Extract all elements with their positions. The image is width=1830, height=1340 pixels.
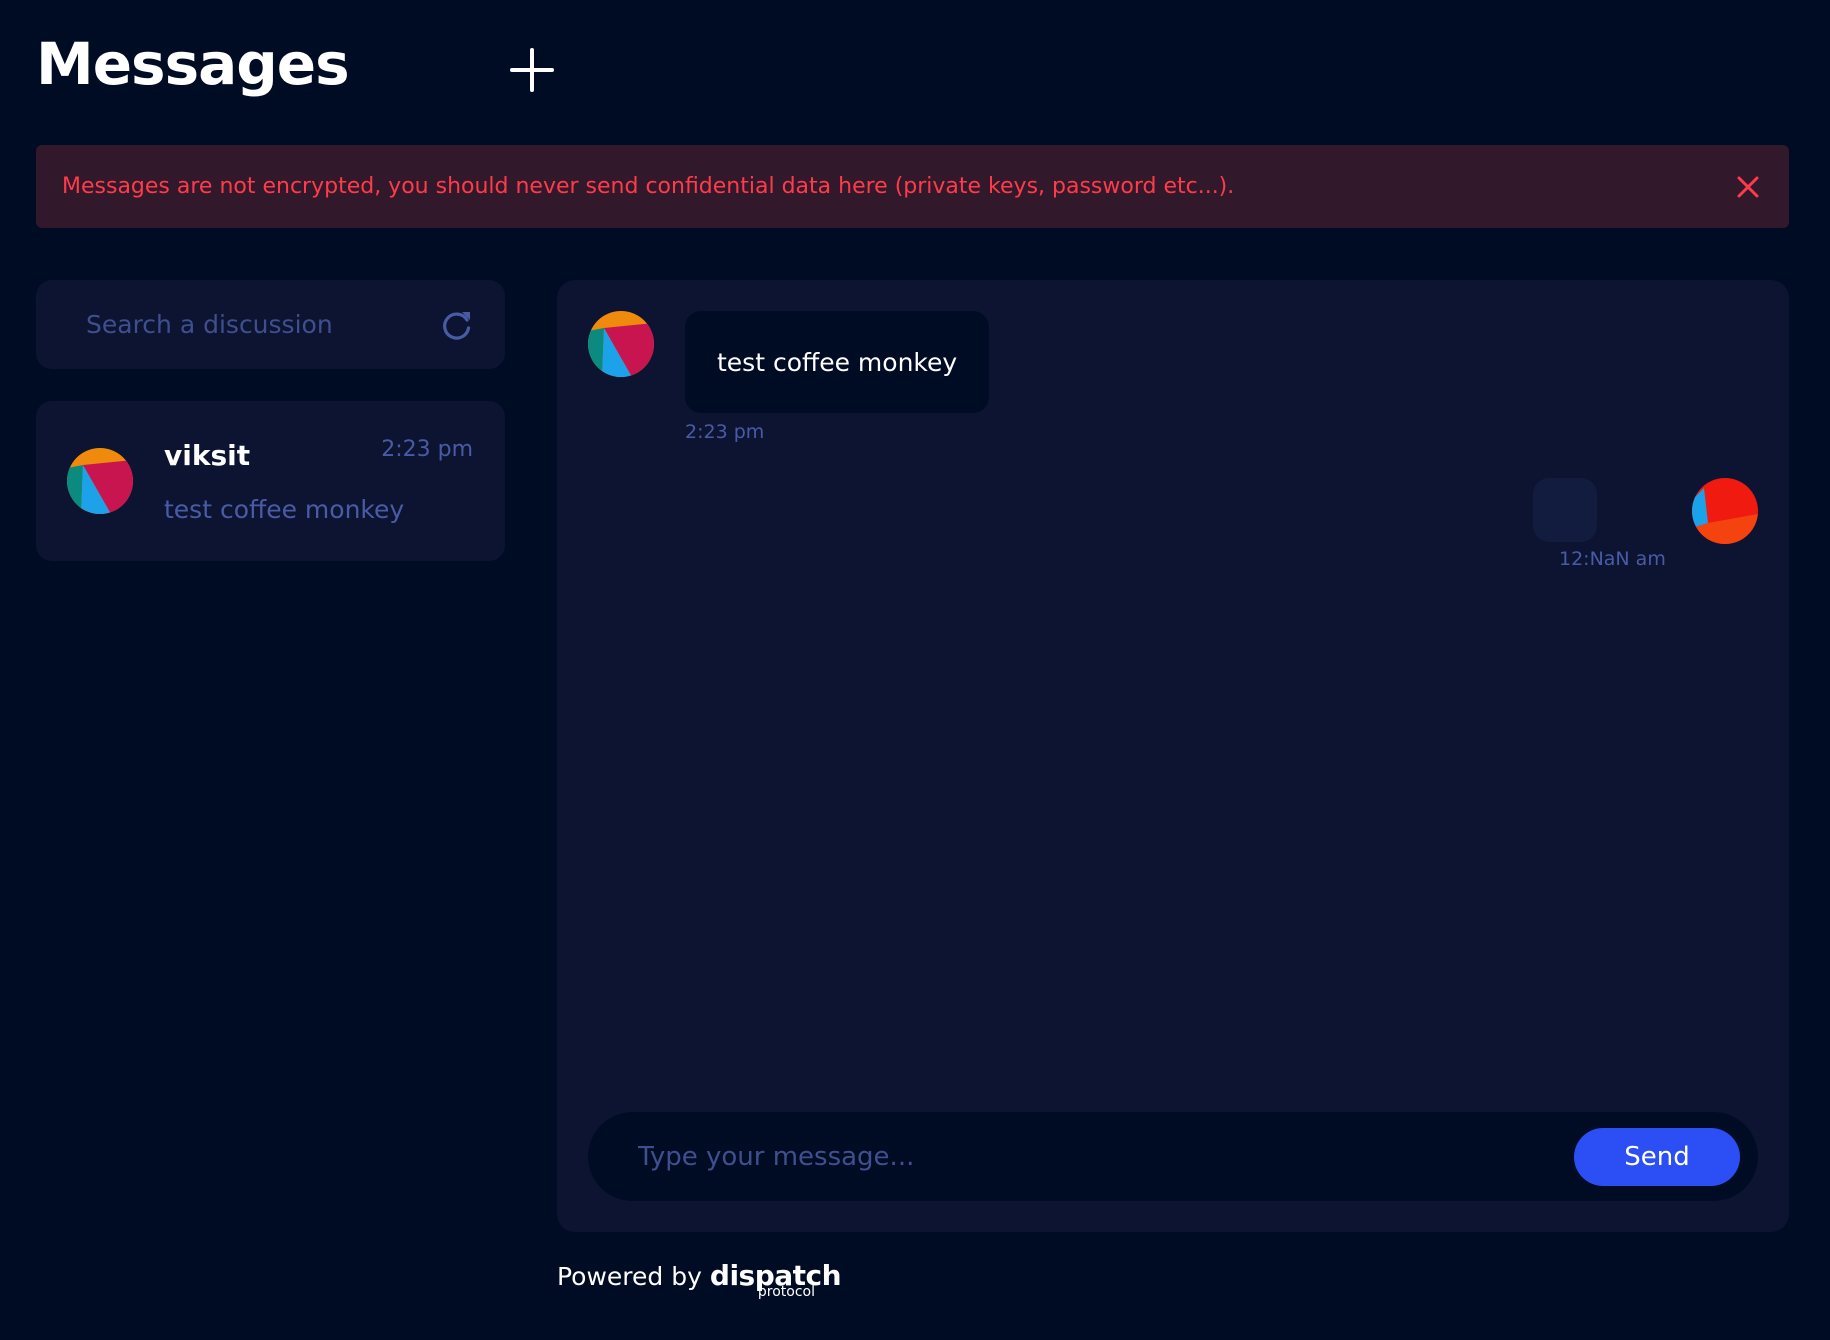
warning-text: Messages are not encrypted, you should n… [62, 174, 1235, 199]
avatar [1692, 478, 1758, 544]
footer: Powered by dispatch protocol [557, 1260, 842, 1302]
message-bubble-empty [1533, 478, 1597, 542]
brand-subtitle: protocol [757, 1284, 816, 1300]
plus-icon [510, 48, 554, 92]
send-button[interactable]: Send [1574, 1127, 1740, 1186]
message-bubble: test coffee monkey [685, 311, 990, 413]
search-box [36, 280, 505, 369]
refresh-button[interactable] [439, 307, 475, 343]
conversation-item[interactable]: viksit 2:23 pm test coffee monkey [36, 401, 505, 561]
avatar [588, 311, 654, 377]
chat-panel: test coffee monkey 2:23 pm 12:NaN am Sen… [557, 280, 1789, 1232]
conversation-name: viksit [164, 439, 251, 472]
dispatch-logo[interactable]: dispatch protocol [710, 1260, 842, 1302]
message-input[interactable] [638, 1141, 1574, 1172]
page-title: Messages [36, 30, 350, 98]
refresh-icon [443, 311, 471, 340]
close-warning-button[interactable] [1733, 172, 1763, 202]
message-composer: Send [588, 1112, 1758, 1201]
messages-page: Messages Messages are not encrypted, you… [0, 0, 1830, 1340]
conversation-preview: test coffee monkey [164, 495, 405, 524]
message-time: 12:NaN am [1559, 548, 1666, 570]
conversation-sidebar: viksit 2:23 pm test coffee monkey [36, 280, 505, 561]
powered-by-text: Powered by [557, 1262, 702, 1291]
new-message-button[interactable] [506, 44, 558, 96]
encryption-warning-banner: Messages are not encrypted, you should n… [36, 145, 1789, 228]
avatar [67, 448, 133, 514]
close-icon [1737, 176, 1759, 197]
search-input[interactable] [86, 310, 439, 339]
conversation-time: 2:23 pm [381, 437, 473, 462]
message-time: 2:23 pm [685, 421, 765, 443]
